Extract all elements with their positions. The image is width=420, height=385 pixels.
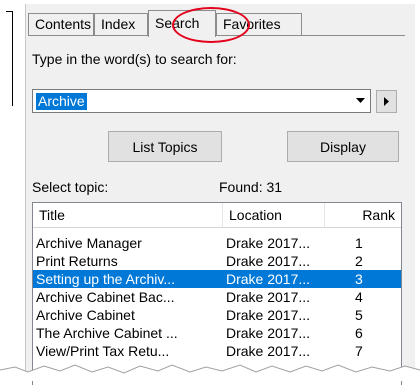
row-location: Drake 2017...: [226, 289, 311, 305]
row-rank: 5: [355, 307, 363, 323]
row-title: Archive Cabinet: [36, 307, 135, 323]
row-title: The Archive Cabinet ...: [36, 325, 178, 341]
column-header-title[interactable]: Title: [33, 203, 223, 228]
select-topic-label: Select topic:: [32, 179, 109, 195]
highlight-circle: [172, 7, 250, 43]
search-combobox[interactable]: Archive: [32, 89, 371, 113]
row-title: Archive Manager: [36, 235, 142, 251]
table-row[interactable]: Archive Cabinet Bac... Drake 2017... 4: [33, 288, 401, 306]
chevron-down-icon[interactable]: [352, 91, 369, 111]
column-header-rank[interactable]: Rank: [325, 203, 401, 228]
table-row[interactable]: Print Returns Drake 2017... 2: [33, 252, 401, 270]
table-row-selected[interactable]: Setting up the Archiv... Drake 2017... 3: [33, 270, 401, 288]
table-row[interactable]: Archive Cabinet Drake 2017... 5: [33, 306, 401, 324]
connector-line: [6, 11, 13, 106]
search-input[interactable]: Archive: [36, 93, 87, 110]
table-row[interactable]: The Archive Cabinet ... Drake 2017... 6: [33, 324, 401, 342]
table-row[interactable]: Archive Manager Drake 2017... 1: [33, 234, 401, 252]
row-rank: 4: [355, 289, 363, 305]
row-title: View/Print Tax Retu...: [36, 343, 170, 359]
row-title: Setting up the Archiv...: [36, 271, 176, 287]
row-location: Drake 2017...: [226, 253, 311, 269]
row-rank: 2: [355, 253, 363, 269]
row-rank: 1: [355, 235, 363, 251]
list-topics-button[interactable]: List Topics: [108, 131, 222, 162]
tab-contents[interactable]: Contents: [28, 13, 94, 35]
row-rank: 6: [355, 325, 363, 341]
row-location: Drake 2017...: [226, 235, 311, 251]
row-location: Drake 2017...: [226, 307, 311, 323]
row-title: Print Returns: [36, 253, 118, 269]
help-navigation-panel: Contents Index Search Favorites Type in …: [25, 4, 415, 385]
row-rank: 3: [355, 271, 363, 287]
row-title: Archive Cabinet Bac...: [36, 289, 175, 305]
display-button[interactable]: Display: [287, 131, 399, 162]
found-count: Found: 31: [219, 179, 283, 195]
table-row[interactable]: View/Print Tax Retu... Drake 2017... 7: [33, 342, 401, 360]
search-prompt-label: Type in the word(s) to search for:: [32, 51, 237, 67]
row-rank: 7: [355, 343, 363, 359]
column-header-location[interactable]: Location: [223, 203, 325, 228]
tab-index[interactable]: Index: [94, 13, 148, 35]
torn-edge: [0, 364, 420, 381]
row-location: Drake 2017...: [226, 343, 311, 359]
row-location: Drake 2017...: [226, 271, 311, 287]
topic-list[interactable]: Title Location Rank Archive Manager Drak…: [32, 202, 402, 385]
arrow-right-icon[interactable]: [376, 90, 397, 113]
row-location: Drake 2017...: [226, 325, 311, 341]
